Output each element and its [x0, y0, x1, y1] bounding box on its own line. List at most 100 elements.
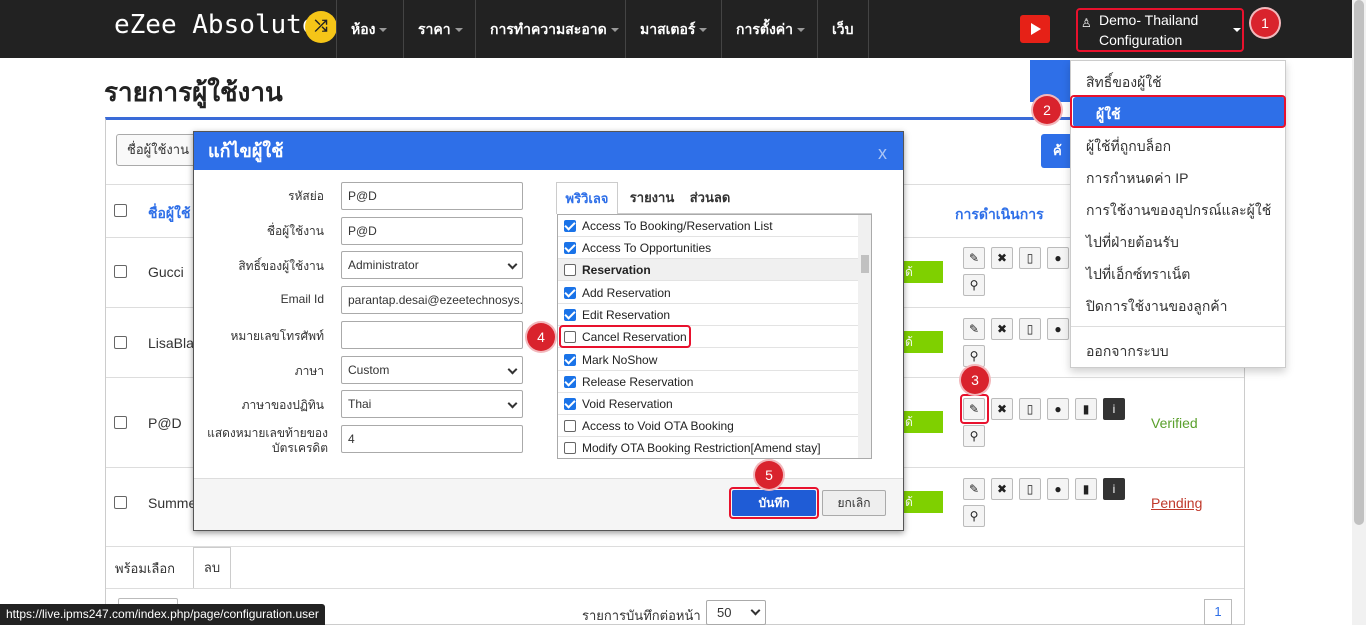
step-marker-5: 5: [755, 461, 783, 489]
field-label-username: ชื่อผู้ใช้งาน: [266, 224, 324, 238]
menu-item-user-rights[interactable]: สิทธิ์ของผู้ใช้: [1086, 72, 1162, 94]
pagination-page[interactable]: 1: [1204, 599, 1232, 625]
delete-icon[interactable]: ✖: [991, 398, 1013, 420]
nav-housekeeping-label: การทำความสะอาด: [490, 21, 607, 37]
checkbox-checked[interactable]: [564, 376, 576, 388]
privilege-item[interactable]: Release Reservation: [558, 371, 858, 393]
user-role-select[interactable]: Administrator: [341, 251, 523, 279]
device-icon[interactable]: ▯: [1019, 247, 1041, 269]
privileges-scrollbar[interactable]: [858, 215, 871, 458]
menu-item-logout[interactable]: ออกจากระบบ: [1086, 341, 1169, 363]
cancel-button[interactable]: ยกเลิก: [822, 490, 886, 516]
menu-item-disable-customer[interactable]: ปิดการใช้งานของลูกค้า: [1086, 296, 1228, 318]
nav-settings[interactable]: การตั้งค่า: [721, 0, 819, 58]
brand-logo[interactable]: eZee Absolute: [114, 10, 318, 40]
lock-icon[interactable]: ●: [1047, 247, 1069, 269]
menu-item-frontdesk[interactable]: ไปที่ฝ่ายต้อนรับ: [1086, 232, 1179, 254]
edit-icon[interactable]: ✎: [963, 318, 985, 340]
youtube-icon[interactable]: [1020, 15, 1050, 43]
device-icon[interactable]: ▯: [1019, 318, 1041, 340]
menu-item-blocked-users[interactable]: ผู้ใช้ที่ถูกบล็อก: [1086, 136, 1171, 158]
checkbox-checked[interactable]: [564, 242, 576, 254]
privileges-scrollbar-thumb[interactable]: [861, 255, 869, 273]
caret-icon: [454, 28, 463, 33]
privilege-label: Release Reservation: [582, 375, 694, 389]
phone-input[interactable]: [341, 321, 523, 349]
unlock-icon[interactable]: ⚲: [963, 505, 985, 527]
pending-link[interactable]: Pending: [1151, 495, 1202, 511]
menu-item-device-usage[interactable]: การใช้งานของอุปกรณ์และผู้ใช้: [1086, 200, 1271, 222]
calendar-language-select[interactable]: Thai: [341, 390, 523, 418]
checkbox-unchecked[interactable]: [564, 442, 576, 454]
device-icon[interactable]: ▯: [1019, 478, 1041, 500]
nav-masters[interactable]: มาสเตอร์: [625, 0, 721, 58]
info-icon[interactable]: i: [1103, 398, 1125, 420]
privilege-group-header[interactable]: Reservation: [558, 259, 858, 281]
lock-icon[interactable]: ●: [1047, 318, 1069, 340]
nav-web-label: เว็บ: [832, 21, 854, 37]
checkbox-checked[interactable]: [564, 398, 576, 410]
menu-item-ip-config[interactable]: การกำหนดค่า IP: [1086, 168, 1188, 190]
status-badge: ด้: [903, 491, 943, 513]
language-select[interactable]: Custom: [341, 356, 523, 384]
comment-icon[interactable]: ▮: [1075, 478, 1097, 500]
highlight-save: [729, 487, 819, 519]
tab-reports[interactable]: รายงาน: [624, 182, 680, 214]
edit-icon[interactable]: ✎: [963, 478, 985, 500]
checkbox-checked[interactable]: [564, 354, 576, 366]
nav-web[interactable]: เว็บ: [817, 0, 869, 58]
records-per-page-select[interactable]: 50: [706, 600, 766, 625]
email-input[interactable]: parantap.desai@ezeetechnosys.c: [341, 286, 523, 314]
row-checkbox[interactable]: [114, 496, 127, 509]
page-scrollbar-thumb[interactable]: [1354, 0, 1364, 525]
privilege-item[interactable]: Void Reservation: [558, 393, 858, 415]
unlock-icon[interactable]: ⚲: [963, 425, 985, 447]
privilege-item[interactable]: Access To Booking/Reservation List: [558, 215, 858, 237]
edit-icon[interactable]: ✎: [963, 247, 985, 269]
tab-privileges[interactable]: พริวิเลจ: [556, 182, 618, 214]
delete-icon[interactable]: ✖: [991, 478, 1013, 500]
delete-icon[interactable]: ✖: [991, 247, 1013, 269]
row-checkbox[interactable]: [114, 416, 127, 429]
card-digits-input[interactable]: 4: [341, 425, 523, 453]
privilege-item[interactable]: Modify OTA Booking Restriction[Amend sta…: [558, 437, 858, 458]
username-input[interactable]: P@D: [341, 217, 523, 245]
unlock-icon[interactable]: ⚲: [963, 274, 985, 296]
privilege-item[interactable]: Access to Void OTA Booking: [558, 415, 858, 437]
tab-delete[interactable]: ลบ: [193, 547, 231, 588]
search-username-field[interactable]: ชื่อผู้ใช้งาน: [116, 134, 200, 166]
checkbox-checked[interactable]: [564, 220, 576, 232]
row-checkbox[interactable]: [114, 336, 127, 349]
privilege-item[interactable]: Access To Opportunities: [558, 237, 858, 259]
menu-item-extranet[interactable]: ไปที่เอ็กซ์ทราเน็ต: [1086, 264, 1190, 286]
checkbox-checked[interactable]: [564, 287, 576, 299]
nav-rates[interactable]: ราคา: [403, 0, 477, 58]
lock-icon[interactable]: ●: [1047, 398, 1069, 420]
comment-icon[interactable]: ▮: [1075, 398, 1097, 420]
nav-rooms[interactable]: ห้อง: [336, 0, 401, 58]
delete-icon[interactable]: ✖: [991, 318, 1013, 340]
close-icon[interactable]: x: [878, 132, 887, 174]
info-icon[interactable]: i: [1103, 478, 1125, 500]
checkbox-unchecked[interactable]: [564, 420, 576, 432]
select-all-checkbox[interactable]: [114, 204, 127, 217]
caret-icon: [379, 28, 388, 33]
alias-input[interactable]: P@D: [341, 182, 523, 210]
row-checkbox[interactable]: [114, 265, 127, 278]
tab-select-all[interactable]: พร้อมเลือก: [115, 558, 175, 579]
privilege-label: Edit Reservation: [582, 308, 671, 322]
highlight-user-menu: [1076, 8, 1244, 52]
privilege-item[interactable]: Edit Reservation: [558, 304, 858, 326]
tab-discounts[interactable]: ส่วนลด: [682, 182, 738, 214]
lock-icon[interactable]: ●: [1047, 478, 1069, 500]
privilege-item[interactable]: Mark NoShow: [558, 349, 858, 371]
nav-housekeeping[interactable]: การทำความสะอาด: [475, 0, 633, 58]
privilege-item[interactable]: Add Reservation: [558, 282, 858, 304]
field-label-phone: หมายเลขโทรศัพท์: [230, 329, 325, 343]
checkbox-unchecked[interactable]: [564, 264, 576, 276]
checkbox-checked[interactable]: [564, 309, 576, 321]
unlock-icon[interactable]: ⚲: [963, 345, 985, 367]
shuffle-icon[interactable]: ⤮: [305, 11, 337, 43]
device-icon[interactable]: ▯: [1019, 398, 1041, 420]
header-username[interactable]: ชื่อผู้ใช้: [148, 203, 190, 225]
